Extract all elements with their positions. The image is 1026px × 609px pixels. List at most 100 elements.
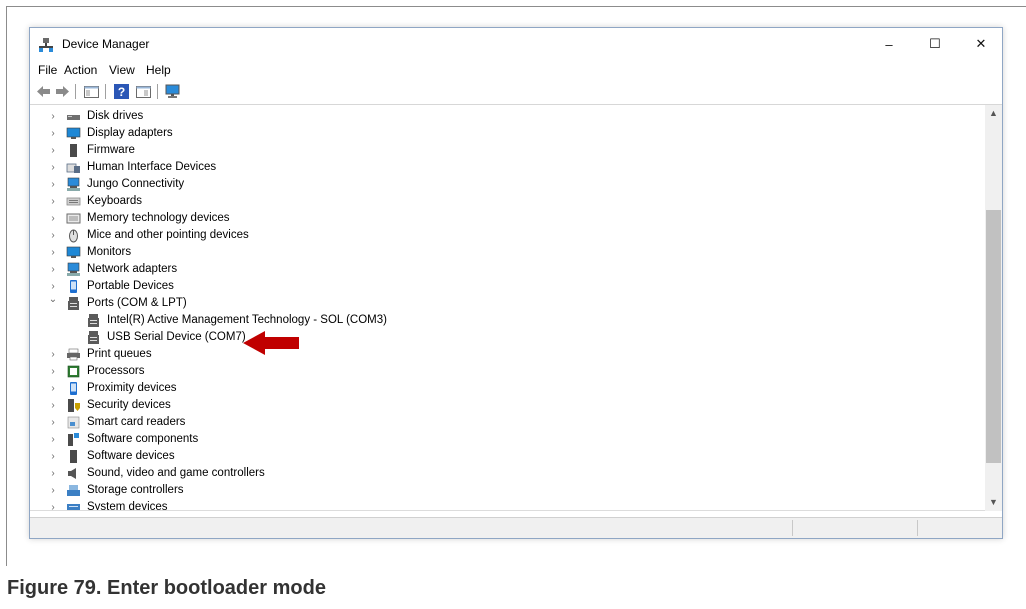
tree-item-label: Monitors xyxy=(87,246,132,258)
chevron-right-icon[interactable]: › xyxy=(48,159,58,176)
chevron-right-icon[interactable]: › xyxy=(48,176,58,193)
scroll-up-icon[interactable]: ▲ xyxy=(985,105,1002,122)
tree-item[interactable]: › Smart card readers xyxy=(30,414,970,431)
tree-item-label: Storage controllers xyxy=(87,484,184,496)
tree-item[interactable]: › Mice and other pointing devices xyxy=(30,227,970,244)
tree-item[interactable]: ⌄ Ports (COM & LPT) xyxy=(30,294,970,312)
tree-item[interactable]: › Keyboards xyxy=(30,193,970,210)
menu-file[interactable]: File xyxy=(38,63,57,77)
device-tree: › Disk drives › Display adapters › Firmware › H… xyxy=(30,105,1002,511)
status-separator xyxy=(917,520,918,536)
menu-action[interactable]: Action xyxy=(64,63,97,77)
tree-item-label: Security devices xyxy=(87,399,171,411)
vertical-scrollbar[interactable]: ▲ ▼ xyxy=(985,105,1002,511)
menu-help[interactable]: Help xyxy=(146,63,171,77)
show-hide-console-tree-icon[interactable] xyxy=(83,83,100,100)
tree-item[interactable]: › Storage controllers xyxy=(30,482,970,499)
display-icon xyxy=(66,127,81,139)
tree-item-label: Human Interface Devices xyxy=(87,161,217,173)
scroll-down-icon[interactable]: ▼ xyxy=(985,494,1002,511)
tree-item[interactable]: › Jungo Connectivity xyxy=(30,176,970,193)
chevron-right-icon[interactable]: › xyxy=(48,499,58,510)
chevron-right-icon[interactable]: › xyxy=(48,448,58,465)
maximize-button[interactable]: ☐ xyxy=(912,28,958,60)
tree-item[interactable]: › Processors xyxy=(30,363,970,380)
processor-icon xyxy=(67,365,80,378)
properties-icon[interactable] xyxy=(135,83,152,100)
tree-item-label: Sound, video and game controllers xyxy=(87,467,265,479)
tree-item-label: Network adapters xyxy=(87,263,178,275)
help-icon[interactable]: ? xyxy=(113,83,130,100)
system-icon xyxy=(67,504,80,510)
svg-text:?: ? xyxy=(118,85,125,99)
chevron-right-icon[interactable]: › xyxy=(48,125,58,142)
chevron-down-icon[interactable]: ⌄ xyxy=(48,291,58,308)
tree-item[interactable]: › Network adapters xyxy=(30,261,970,278)
tree-item[interactable]: › Monitors xyxy=(30,244,970,261)
chevron-right-icon[interactable]: › xyxy=(48,210,58,227)
tree-item[interactable]: › Security devices xyxy=(30,397,970,414)
chevron-right-icon[interactable]: › xyxy=(48,363,58,380)
tree-item[interactable]: USB Serial Device (COM7) xyxy=(30,329,970,346)
network-icon xyxy=(67,262,80,276)
chevron-right-icon[interactable]: › xyxy=(48,346,58,363)
chevron-right-icon[interactable]: › xyxy=(48,193,58,210)
tree-item[interactable]: › Display adapters xyxy=(30,125,970,142)
chevron-right-icon[interactable]: › xyxy=(48,414,58,431)
close-button[interactable]: ✕ xyxy=(958,28,1004,60)
tree-item-label: Print queues xyxy=(87,348,152,360)
tree-item-label: Disk drives xyxy=(87,110,144,122)
tree-item-label: Ports (COM & LPT) xyxy=(87,297,187,309)
tree-item[interactable]: › Memory technology devices xyxy=(30,210,970,227)
tree-item[interactable]: › Proximity devices xyxy=(30,380,970,397)
tree-item[interactable]: › Software components xyxy=(30,431,970,448)
tree-item[interactable]: › Portable Devices xyxy=(30,278,970,295)
forward-icon[interactable] xyxy=(54,83,71,100)
tree-item-label: System devices xyxy=(87,501,168,511)
tree-item-label: Intel(R) Active Management Technology - … xyxy=(107,314,387,326)
network-icon xyxy=(67,177,80,191)
minimize-button[interactable]: – xyxy=(866,28,912,60)
tree-item-label: Mice and other pointing devices xyxy=(87,229,249,241)
chevron-right-icon[interactable]: › xyxy=(48,261,58,278)
window-title: Device Manager xyxy=(62,37,150,51)
proximity-icon xyxy=(70,382,77,395)
tree-item-label: Display adapters xyxy=(87,127,173,139)
chevron-right-icon[interactable]: › xyxy=(48,227,58,244)
chevron-right-icon[interactable]: › xyxy=(48,431,58,448)
chevron-right-icon[interactable]: › xyxy=(48,244,58,261)
software-device-icon xyxy=(70,450,77,463)
menu-view[interactable]: View xyxy=(109,63,135,77)
toolbar: ? xyxy=(30,80,1002,105)
tree-item-label: Smart card readers xyxy=(87,416,186,428)
tree-item-label: Portable Devices xyxy=(87,280,174,292)
chevron-right-icon[interactable]: › xyxy=(48,108,58,125)
scan-hardware-icon[interactable] xyxy=(164,83,181,100)
monitor-icon xyxy=(66,246,81,258)
red-arrow-annotation xyxy=(243,331,299,355)
chevron-right-icon[interactable]: › xyxy=(48,482,58,499)
tree-item[interactable]: Intel(R) Active Management Technology - … xyxy=(30,312,970,329)
figure-caption: Figure 79. Enter bootloader mode xyxy=(7,577,326,599)
chevron-right-icon[interactable]: › xyxy=(48,465,58,482)
tree-item-label: Proximity devices xyxy=(87,382,177,394)
tree-item[interactable]: › Disk drives xyxy=(30,108,970,125)
sound-icon xyxy=(68,468,76,479)
toolbar-separator xyxy=(105,84,106,99)
tree-item[interactable]: › Sound, video and game controllers xyxy=(30,465,970,482)
back-icon[interactable] xyxy=(35,83,52,100)
chevron-right-icon[interactable]: › xyxy=(48,397,58,414)
tree-item-label: Keyboards xyxy=(87,195,142,207)
menu-bar: File Action View Help xyxy=(30,60,1002,80)
tree-item[interactable]: › System devices xyxy=(30,499,970,511)
firmware-icon xyxy=(70,144,77,157)
chevron-right-icon[interactable]: › xyxy=(48,142,58,159)
scroll-thumb[interactable] xyxy=(986,210,1001,463)
tree-item[interactable]: › Human Interface Devices xyxy=(30,159,970,176)
tree-item-label: Software devices xyxy=(87,450,175,462)
chevron-right-icon[interactable]: › xyxy=(48,380,58,397)
tree-item[interactable]: › Software devices xyxy=(30,448,970,465)
tree-item[interactable]: › Print queues xyxy=(30,346,970,363)
tree-item[interactable]: › Firmware xyxy=(30,142,970,159)
tree-item-label: Jungo Connectivity xyxy=(87,178,185,190)
